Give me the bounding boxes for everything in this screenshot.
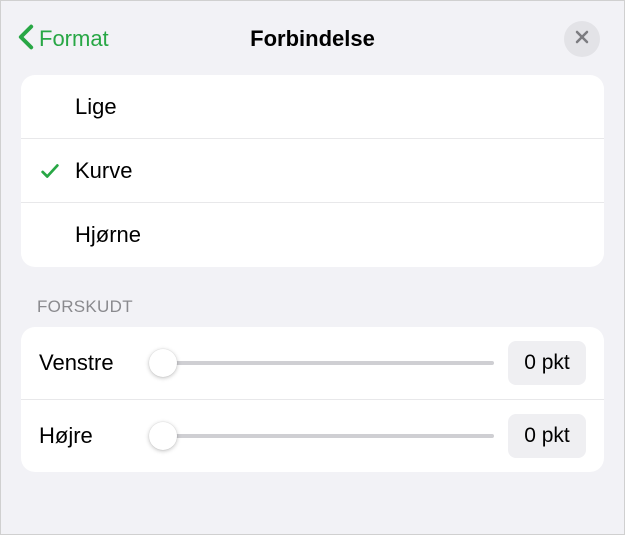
back-label: Format	[39, 26, 109, 52]
slider-thumb[interactable]	[149, 349, 177, 377]
connection-type-option[interactable]: Lige	[21, 75, 604, 139]
offset-list: Venstre 0 pkt Højre 0 pkt	[21, 327, 604, 472]
page-title: Forbindelse	[250, 26, 375, 52]
close-button[interactable]	[564, 21, 600, 57]
offset-slider-left[interactable]	[149, 349, 494, 377]
slider-thumb[interactable]	[149, 422, 177, 450]
offset-value-right[interactable]: 0 pkt	[508, 414, 586, 458]
offset-row-left: Venstre 0 pkt	[21, 327, 604, 400]
slider-track-bg	[149, 434, 494, 438]
offset-row-right: Højre 0 pkt	[21, 400, 604, 472]
option-label: Lige	[75, 94, 117, 120]
checkmark-icon	[39, 160, 75, 182]
close-icon	[574, 29, 590, 50]
chevron-left-icon	[17, 24, 35, 55]
offset-slider-right[interactable]	[149, 422, 494, 450]
section-header-offset: Forskudt	[21, 267, 604, 327]
back-button[interactable]: Format	[17, 24, 109, 55]
connection-type-option[interactable]: Kurve	[21, 139, 604, 203]
content: Lige Kurve Hjørne Forskudt Venstre 0 pkt	[1, 75, 624, 472]
option-label: Hjørne	[75, 222, 141, 248]
offset-value-left[interactable]: 0 pkt	[508, 341, 586, 385]
connection-type-option[interactable]: Hjørne	[21, 203, 604, 267]
offset-label: Højre	[39, 423, 135, 449]
option-label: Kurve	[75, 158, 132, 184]
header: Format Forbindelse	[1, 1, 624, 75]
offset-label: Venstre	[39, 350, 135, 376]
connection-type-list: Lige Kurve Hjørne	[21, 75, 604, 267]
slider-track-bg	[149, 361, 494, 365]
